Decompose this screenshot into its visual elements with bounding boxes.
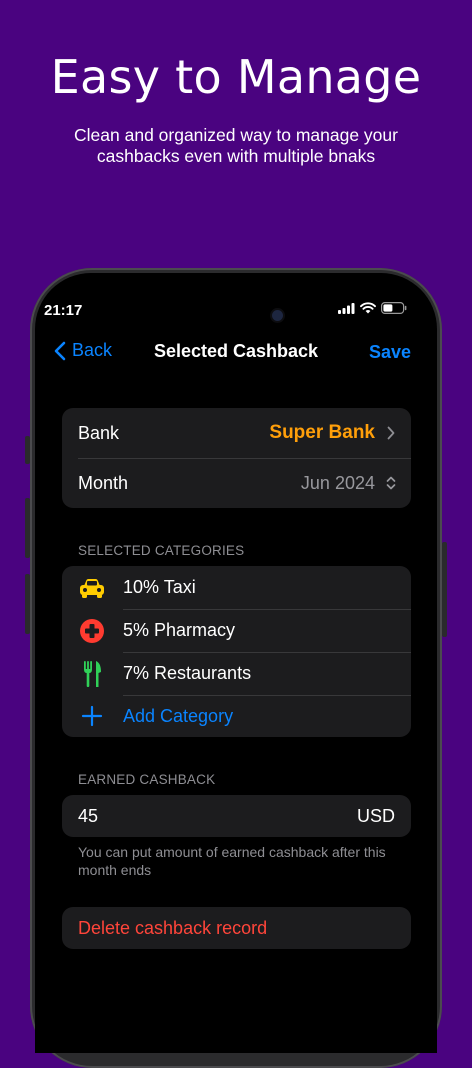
chevron-up-down-icon (386, 476, 396, 490)
category-label: 5% Pharmacy (123, 620, 236, 640)
front-camera (272, 310, 283, 321)
list-item[interactable]: 5% Pharmacy (62, 609, 411, 652)
add-category-label: Add Category (123, 705, 234, 726)
month-value: Jun 2024 (300, 472, 375, 493)
list-item[interactable]: 10% Taxi (62, 566, 411, 609)
category-label: 10% Taxi (123, 577, 196, 597)
phone-side-button (25, 574, 30, 634)
earned-amount-value: 45 (78, 805, 99, 826)
list-item[interactable]: 7% Restaurants (62, 652, 411, 695)
delete-record-button[interactable]: Delete cashback record (62, 907, 411, 949)
phone-side-button (25, 498, 30, 558)
category-label: 7% Restaurants (123, 663, 252, 683)
month-label: Month (78, 472, 129, 493)
categories-card: 10% Taxi 5% Pharmacy 7% Restaurants Add … (62, 566, 411, 737)
details-card: Bank Super Bank Month Jun 2024 (62, 408, 411, 508)
earned-header: EARNED CASHBACK (78, 772, 216, 787)
phone-side-button (25, 436, 30, 464)
wifi-icon (360, 302, 376, 314)
fork-knife-icon (78, 660, 106, 688)
plus-icon (78, 702, 106, 730)
month-row[interactable]: Month Jun 2024 (62, 458, 411, 508)
status-icons (338, 302, 407, 314)
promo-title: Easy to Manage (50, 50, 422, 104)
battery-icon (381, 302, 407, 314)
add-category-button[interactable]: Add Category (62, 695, 411, 737)
signal-icon (338, 302, 355, 314)
phone-side-button (442, 542, 447, 637)
bank-row[interactable]: Bank Super Bank (62, 408, 411, 458)
save-button[interactable]: Save (369, 342, 411, 363)
delete-label: Delete cashback record (78, 917, 268, 938)
earned-note: You can put amount of earned cashback af… (78, 844, 386, 878)
chevron-right-icon (387, 426, 395, 440)
bank-label: Bank (78, 422, 120, 443)
earned-card: 45 USD (62, 795, 411, 837)
delete-card: Delete cashback record (62, 907, 411, 949)
categories-header: SELECTED CATEGORIES (78, 543, 245, 558)
earned-amount-field[interactable]: 45 USD (62, 795, 411, 837)
status-time: 21:17 (44, 302, 83, 319)
pharmacy-icon (78, 617, 106, 645)
promo-subtitle: Clean and organized way to manage your c… (74, 125, 398, 166)
bank-value: Super Bank (269, 422, 375, 443)
taxi-icon (78, 574, 106, 602)
currency-label: USD (356, 805, 395, 826)
